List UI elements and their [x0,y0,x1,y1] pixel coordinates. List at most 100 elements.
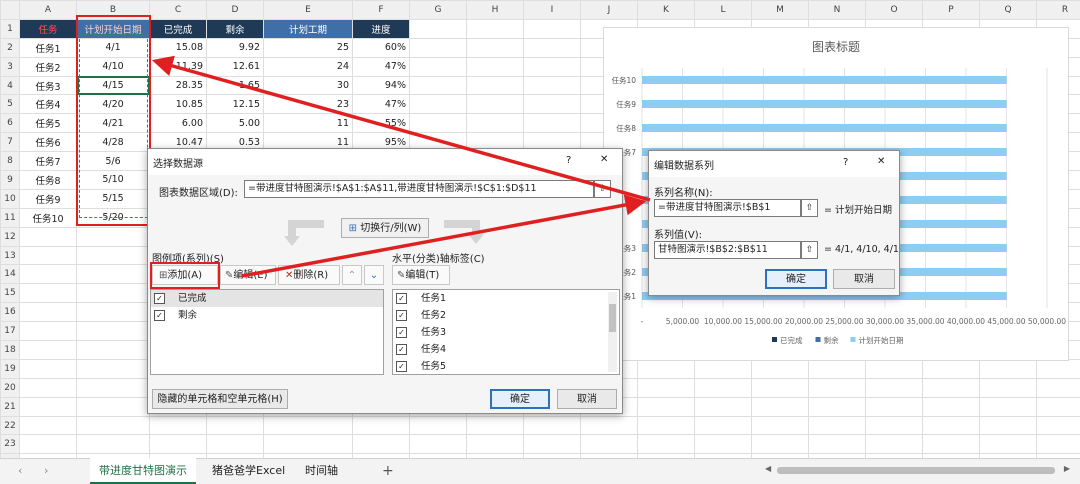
cell[interactable] [19,358,77,379]
checkbox-icon[interactable]: ✓ [396,344,407,355]
row-header[interactable]: 4 [0,75,20,96]
horizontal-scrollbar[interactable]: ◀ ▶ [765,464,1070,475]
cell[interactable] [409,434,467,455]
cell[interactable] [466,415,524,436]
checkbox-icon[interactable]: ✓ [396,327,407,338]
cell[interactable] [922,377,980,398]
cell[interactable] [694,377,752,398]
cell[interactable] [751,434,809,455]
list-item[interactable]: ✓ 任务4 [393,341,619,358]
cell[interactable] [808,415,866,436]
cell[interactable] [694,396,752,417]
cell[interactable]: 12.61 [206,56,264,77]
cell[interactable] [523,415,581,436]
select-all-corner[interactable] [0,0,20,20]
column-header[interactable]: C [149,0,207,20]
cell[interactable] [523,18,581,39]
cell[interactable] [580,434,638,455]
cell[interactable] [694,415,752,436]
column-header[interactable]: L [694,0,752,20]
cell[interactable]: 55% [352,113,410,134]
cell[interactable] [409,113,467,134]
column-header[interactable]: E [263,0,353,20]
cell[interactable] [19,396,77,417]
row-header[interactable]: 17 [0,321,20,342]
row-header[interactable]: 21 [0,396,20,417]
ok-button[interactable]: 确定 [490,389,550,409]
cell[interactable]: 11.39 [149,56,207,77]
cell[interactable] [922,358,980,379]
cell[interactable] [979,396,1037,417]
cell[interactable] [751,358,809,379]
cell[interactable] [751,377,809,398]
column-header[interactable]: R [1036,0,1080,20]
cell[interactable] [76,415,150,436]
cell[interactable] [206,415,264,436]
cell[interactable]: 25 [263,37,353,58]
cell[interactable]: 12.15 [206,94,264,115]
row-header[interactable]: 16 [0,302,20,323]
cell[interactable] [466,113,524,134]
cell[interactable] [19,321,77,342]
help-button[interactable]: ? [843,157,848,168]
row-header[interactable]: 10 [0,188,20,209]
list-item[interactable]: ✓ 任务2 [393,307,619,324]
row-header[interactable]: 8 [0,151,20,172]
cell[interactable] [523,113,581,134]
cell[interactable] [76,264,150,285]
row-header[interactable]: 13 [0,245,20,266]
cell[interactable] [523,75,581,96]
list-item[interactable]: ✓ 任务1 [393,290,619,307]
switch-row-column-button[interactable]: ⊞ 切换行/列(W) [341,218,429,238]
series-list[interactable]: ✓ 已完成 ✓ 剩余 [150,289,384,375]
cell[interactable] [466,94,524,115]
edit-series-button[interactable]: ✎编辑(E) [220,265,276,285]
next-sheet-icon[interactable]: › [44,458,48,484]
collapse-name-button[interactable]: ⇧ [801,199,818,217]
series-values-input[interactable]: 甘特图演示!$B$2:$B$11 [654,241,801,259]
column-header[interactable]: M [751,0,809,20]
row-header[interactable]: 12 [0,226,20,247]
cell[interactable]: 47% [352,94,410,115]
cell[interactable] [76,283,150,304]
cell[interactable] [637,434,695,455]
cell[interactable] [76,377,150,398]
cell[interactable] [19,302,77,323]
checkbox-icon[interactable]: ✓ [154,293,165,304]
checkbox-icon[interactable]: ✓ [154,310,165,321]
row-header[interactable]: 1 [0,18,20,39]
cell[interactable] [409,18,467,39]
row-header[interactable]: 22 [0,415,20,436]
move-down-button[interactable]: ⌄ [364,265,384,285]
cell[interactable] [979,415,1037,436]
cell[interactable] [19,245,77,266]
add-sheet-icon[interactable]: + [382,458,394,484]
cell[interactable] [637,358,695,379]
row-header[interactable]: 23 [0,434,20,455]
column-header[interactable]: Q [979,0,1037,20]
cell[interactable] [865,434,923,455]
cell[interactable] [808,434,866,455]
ok-button[interactable]: 确定 [765,269,827,289]
cell[interactable] [865,415,923,436]
cell[interactable] [409,94,467,115]
cell[interactable]: 任务6 [19,132,77,153]
column-header[interactable]: G [409,0,467,20]
cell[interactable] [409,415,467,436]
row-header[interactable]: 2 [0,37,20,58]
column-header[interactable]: K [637,0,695,20]
column-header[interactable]: O [865,0,923,20]
cell[interactable] [409,75,467,96]
cell[interactable]: 任务4 [19,94,77,115]
cell[interactable] [19,226,77,247]
series-item[interactable]: ✓ 剩余 [151,307,383,324]
row-header[interactable]: 11 [0,207,20,228]
cell[interactable] [751,396,809,417]
cell[interactable]: 任务10 [19,207,77,228]
column-header[interactable]: N [808,0,866,20]
cell[interactable]: 任务7 [19,151,77,172]
cell[interactable] [76,321,150,342]
axis-list-scrollbar[interactable] [608,292,617,372]
cell[interactable] [19,340,77,360]
row-header[interactable]: 19 [0,358,20,379]
